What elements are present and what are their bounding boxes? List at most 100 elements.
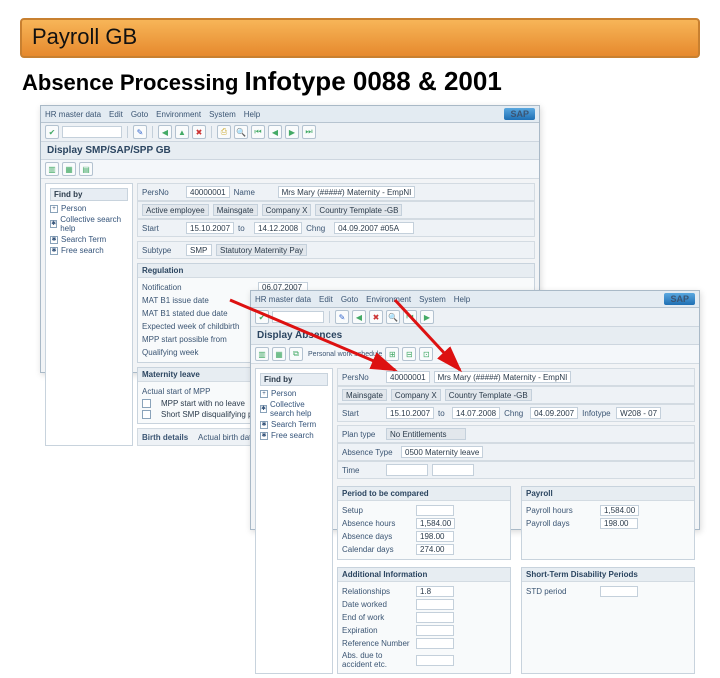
chng-field: 04.09.2007 (530, 407, 578, 419)
value-field[interactable] (416, 655, 454, 666)
absence-type-field[interactable]: 0500 Maternity leave (401, 446, 483, 458)
value-field[interactable] (416, 638, 454, 649)
persno-label: PersNo (142, 188, 182, 197)
tree-item[interactable]: ✱Search Term (260, 419, 328, 430)
to-label: to (238, 224, 250, 233)
back-icon[interactable]: ◀ (158, 125, 172, 139)
find-icon[interactable]: 🔍 (386, 310, 400, 324)
detail-icon[interactable]: ▦ (272, 347, 286, 361)
menu-item[interactable]: Environment (366, 295, 411, 304)
plan-row: Plan type No Entitlements (337, 425, 695, 443)
cost-icon[interactable]: ⊟ (402, 347, 416, 361)
detail-icon[interactable]: ▦ (62, 162, 76, 176)
ok-icon[interactable]: ✔ (255, 310, 269, 324)
command-field[interactable] (62, 126, 122, 138)
menu-item[interactable]: Goto (131, 110, 148, 119)
start-field[interactable]: 15.10.2007 (386, 407, 434, 419)
overview-icon[interactable]: ▥ (255, 347, 269, 361)
find-by-tree: Find by +Person ✱Collective search help … (255, 368, 333, 674)
schedule-label[interactable]: Personal work schedule (308, 351, 382, 358)
find-icon[interactable]: 🔍 (234, 125, 248, 139)
exit-icon[interactable]: ▲ (175, 125, 189, 139)
menu-item[interactable]: Edit (109, 110, 123, 119)
menu-item[interactable]: Help (454, 295, 470, 304)
menu-item[interactable]: System (209, 110, 236, 119)
short-term-group: Short-Term Disability Periods STD period (521, 567, 695, 674)
search-icon: ✱ (50, 247, 58, 255)
checkbox[interactable] (142, 410, 151, 419)
next-icon[interactable]: ▶ (420, 310, 434, 324)
search-icon: ✱ (260, 432, 268, 440)
separator (211, 126, 212, 138)
tree-item[interactable]: ✱Search Term (50, 234, 128, 245)
value-field[interactable] (416, 599, 454, 610)
value-field: 198.00 (416, 531, 454, 542)
tree-item[interactable]: ✱Collective search help (50, 214, 128, 234)
value-field[interactable]: 1.8 (416, 586, 454, 597)
menu-item[interactable]: Help (244, 110, 260, 119)
ok-icon[interactable]: ✔ (45, 125, 59, 139)
value-field[interactable] (416, 612, 454, 623)
to-field[interactable]: 14.12.2008 (254, 222, 302, 234)
sub-toolbar: ▥ ▦ ⧉ Personal work schedule ⊞ ⊟ ⊡ (251, 345, 699, 364)
subtitle-emph: Infotype 0088 & 2001 (245, 66, 502, 96)
person-icon: + (260, 390, 268, 398)
menu-item[interactable]: HR master data (255, 295, 311, 304)
bottom-columns: Additional Information Relationships1.8 … (337, 563, 695, 674)
page-subtitle: Absence Processing Infotype 0088 & 2001 (22, 66, 502, 97)
cancel-icon[interactable]: ✖ (192, 125, 206, 139)
sap-logo-icon: SAP (664, 293, 695, 305)
name-label: Name (234, 188, 274, 197)
first-icon[interactable]: ⏮ (403, 310, 417, 324)
infotype-label: Infotype (582, 409, 612, 418)
menu-item[interactable]: HR master data (45, 110, 101, 119)
back-icon[interactable]: ◀ (352, 310, 366, 324)
birth-title: Birth details (142, 433, 192, 442)
tree-item[interactable]: ✱Free search (50, 245, 128, 256)
menu-item[interactable]: Edit (319, 295, 333, 304)
sub-toolbar: ▥ ▦ ▤ (41, 160, 539, 179)
actual-birth-label: Actual birth date (198, 433, 256, 442)
save-icon[interactable]: ✎ (335, 310, 349, 324)
activity-icon[interactable]: ⊞ (385, 347, 399, 361)
tree-item[interactable]: +Person (260, 388, 328, 399)
prev-icon[interactable]: ◀ (268, 125, 282, 139)
separator (329, 311, 330, 323)
save-icon[interactable]: ✎ (133, 125, 147, 139)
group-title: Additional Information (338, 568, 510, 582)
value-field[interactable] (416, 625, 454, 636)
time-from-field[interactable] (386, 464, 428, 476)
persno-field[interactable]: 40000001 (386, 371, 430, 383)
tree-item[interactable]: ✱Free search (260, 430, 328, 441)
menu-item[interactable]: Goto (341, 295, 358, 304)
person-icon: + (50, 205, 58, 213)
menu-item[interactable]: Environment (156, 110, 201, 119)
toolbar: ✔ ✎ ◀ ✖ 🔍 ⏮ ▶ (251, 308, 699, 327)
tree-item[interactable]: +Person (50, 203, 128, 214)
first-icon[interactable]: ⏮ (251, 125, 265, 139)
to-field[interactable]: 14.07.2008 (452, 407, 500, 419)
cancel-icon[interactable]: ✖ (369, 310, 383, 324)
group-title: Period to be compared (338, 487, 510, 501)
main-panel: PersNo 40000001 Mrs Mary (#####) Materni… (337, 368, 695, 674)
search-icon: ✱ (260, 405, 267, 413)
persno-field[interactable]: 40000001 (186, 186, 230, 198)
header-info-2: Mainsgate Company X Country Template -GB (337, 386, 695, 404)
schedule-icon[interactable]: ⧉ (289, 347, 303, 361)
ext-icon[interactable]: ⊡ (419, 347, 433, 361)
command-field[interactable] (272, 311, 324, 323)
start-field[interactable]: 15.10.2007 (186, 222, 234, 234)
time-to-field[interactable] (432, 464, 474, 476)
value-field[interactable] (600, 586, 638, 597)
company-field: Company X (391, 389, 441, 401)
overview-icon[interactable]: ▥ (45, 162, 59, 176)
tree-item[interactable]: ✱Collective search help (260, 399, 328, 419)
subtype-field[interactable]: SMP (186, 244, 212, 256)
header-info-3: Start 15.10.2007 to 14.12.2008 Chng 04.0… (137, 219, 535, 237)
last-icon[interactable]: ⏭ (302, 125, 316, 139)
list-icon[interactable]: ▤ (79, 162, 93, 176)
checkbox[interactable] (142, 399, 151, 408)
menu-item[interactable]: System (419, 295, 446, 304)
print-icon[interactable]: ⎙ (217, 125, 231, 139)
next-icon[interactable]: ▶ (285, 125, 299, 139)
